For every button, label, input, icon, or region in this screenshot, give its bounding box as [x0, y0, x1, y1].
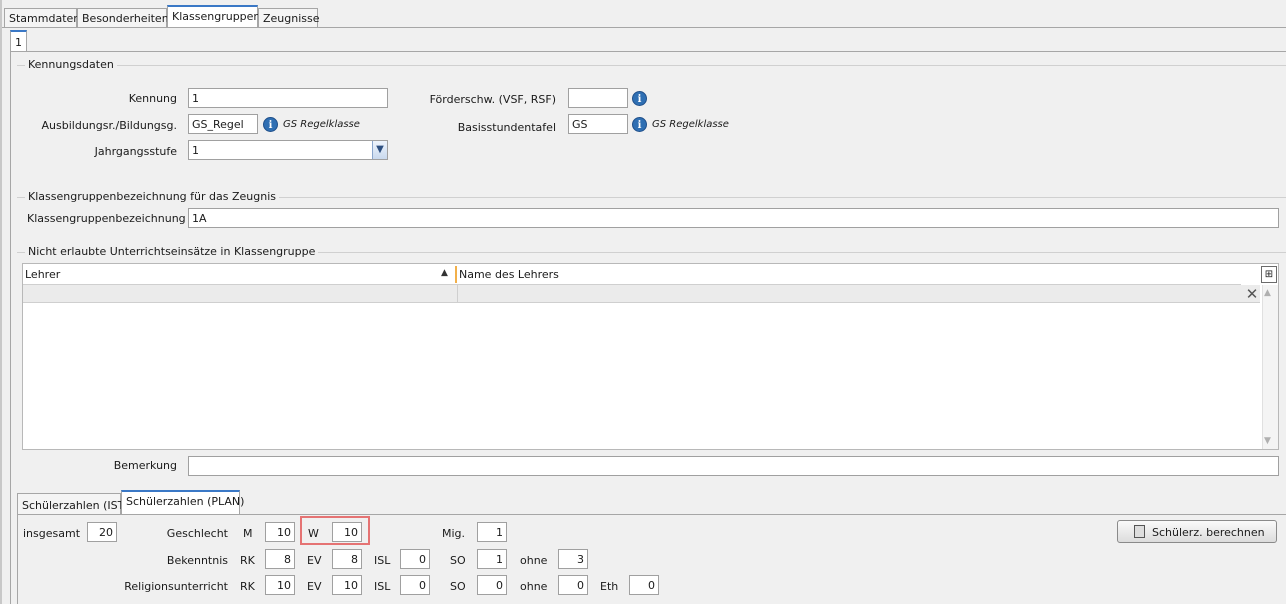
ausbildung-info-icon[interactable]: i: [263, 117, 278, 132]
rel-eth-label: Eth: [600, 580, 619, 593]
rel-rk-label: RK: [240, 580, 255, 593]
foerder-label: Förderschw. (VSF, RSF): [429, 93, 556, 106]
rel-eth-value[interactable]: 0: [629, 575, 659, 595]
sort-ascending-icon[interactable]: ▲: [441, 268, 448, 278]
bek-isl-value[interactable]: 0: [400, 549, 430, 569]
scroll-up-icon[interactable]: ▲: [1264, 288, 1271, 298]
bekenntnis-label: Bekenntnis: [166, 554, 228, 567]
calculator-icon: [1134, 525, 1145, 538]
column-header-lehrer[interactable]: Lehrer: [23, 264, 457, 285]
window-left-border: [0, 0, 2, 604]
nicht-erlaubt-title: Nicht erlaubte Unterrichtseinsätze in Kl…: [25, 245, 319, 258]
tab-besonderheiten[interactable]: Besonderheiten: [77, 8, 169, 28]
bezeichnung-title: Klassengruppenbezeichnung für das Zeugni…: [25, 190, 279, 203]
bezeichnung-label: Klassengruppenbezeichnung: [27, 212, 186, 225]
bek-rk-label: RK: [240, 554, 255, 567]
tab-divider: [0, 27, 1286, 28]
column-header-lehrer-label: Lehrer: [25, 268, 61, 281]
column-header-name-label: Name des Lehrers: [459, 268, 559, 281]
foerder-info-icon[interactable]: i: [632, 91, 647, 106]
ausbildung-label: Ausbildungsr./Bildungsg.: [41, 119, 177, 132]
ausbildung-desc: GS Regelklasse: [283, 119, 360, 130]
scroll-down-icon[interactable]: ▼: [1264, 436, 1271, 446]
clear-filter-icon[interactable]: ✕: [1243, 285, 1261, 303]
bek-ohne-value[interactable]: 3: [558, 549, 588, 569]
column-header-name[interactable]: Name des Lehrers: [457, 264, 1241, 285]
insgesamt-label: insgesamt: [23, 527, 81, 540]
bek-ev-label: EV: [307, 554, 322, 567]
jahrgang-label: Jahrgangsstufe: [94, 145, 177, 158]
jahrgang-select[interactable]: 1: [188, 140, 388, 160]
mig-value[interactable]: 1: [477, 522, 507, 542]
bemerkung-field[interactable]: [188, 456, 1279, 476]
mig-label: Mig.: [442, 527, 466, 540]
bek-isl-label: ISL: [374, 554, 391, 567]
scrollbar[interactable]: [1262, 285, 1278, 449]
kennungsdaten-title: Kennungsdaten: [25, 58, 117, 71]
column-chooser-icon[interactable]: ⊞: [1261, 266, 1277, 283]
religion-label: Religionsunterricht: [124, 580, 228, 593]
bezeichnung-field[interactable]: 1A: [188, 208, 1279, 228]
rel-isl-label: ISL: [374, 580, 391, 593]
basis-info-icon[interactable]: i: [632, 117, 647, 132]
kennung-label: Kennung: [128, 92, 177, 105]
insgesamt-value[interactable]: 20: [87, 522, 117, 542]
bek-rk-value[interactable]: 8: [265, 549, 295, 569]
rel-rk-value[interactable]: 10: [265, 575, 295, 595]
tab-schuelerzahlen-plan[interactable]: Schülerzahlen (PLAN): [121, 490, 244, 515]
tab-stammdaten[interactable]: Stammdaten: [4, 8, 80, 28]
rel-ev-value[interactable]: 10: [332, 575, 362, 595]
ausbildung-field[interactable]: GS_Regel: [188, 114, 258, 134]
bemerkung-label: Bemerkung: [113, 459, 177, 472]
kennungsdaten-group: [17, 65, 1286, 66]
chevron-down-icon[interactable]: ▼: [372, 141, 387, 159]
kennung-field[interactable]: 1: [188, 88, 388, 108]
filter-row[interactable]: [23, 285, 1260, 303]
w-label: W: [308, 527, 319, 540]
bek-ev-value[interactable]: 8: [332, 549, 362, 569]
rel-ohne-value[interactable]: 0: [558, 575, 588, 595]
calculate-button[interactable]: Schülerz. berechnen: [1117, 520, 1277, 543]
w-value[interactable]: 10: [332, 522, 362, 542]
calculate-button-label: Schülerz. berechnen: [1152, 526, 1265, 539]
subtab-1[interactable]: 1: [10, 30, 27, 52]
bek-ohne-label: ohne: [520, 554, 548, 567]
basis-field[interactable]: GS: [568, 114, 628, 134]
lehrer-table[interactable]: Lehrer ▲ Name des Lehrers ⊞ ✕ ▲ ▼: [22, 263, 1279, 450]
rel-so-value[interactable]: 0: [477, 575, 507, 595]
rel-ohne-label: ohne: [520, 580, 548, 593]
basis-desc: GS Regelklasse: [652, 119, 729, 130]
rel-ev-label: EV: [307, 580, 322, 593]
filter-divider: [457, 285, 458, 303]
rel-so-label: SO: [450, 580, 466, 593]
m-value[interactable]: 10: [265, 522, 295, 542]
tab-schuelerzahlen-ist[interactable]: Schülerzahlen (IST): [17, 493, 129, 515]
geschlecht-label: Geschlecht: [166, 527, 228, 540]
tab-klassengruppen[interactable]: Klassengruppen: [167, 5, 260, 28]
bek-so-value[interactable]: 1: [477, 549, 507, 569]
rel-isl-value[interactable]: 0: [400, 575, 430, 595]
bek-so-label: SO: [450, 554, 466, 567]
basis-label: Basisstundentafel: [457, 121, 556, 134]
tab-zeugnisse[interactable]: Zeugnisse: [258, 8, 320, 28]
foerder-field[interactable]: [568, 88, 628, 108]
m-label: M: [243, 527, 253, 540]
